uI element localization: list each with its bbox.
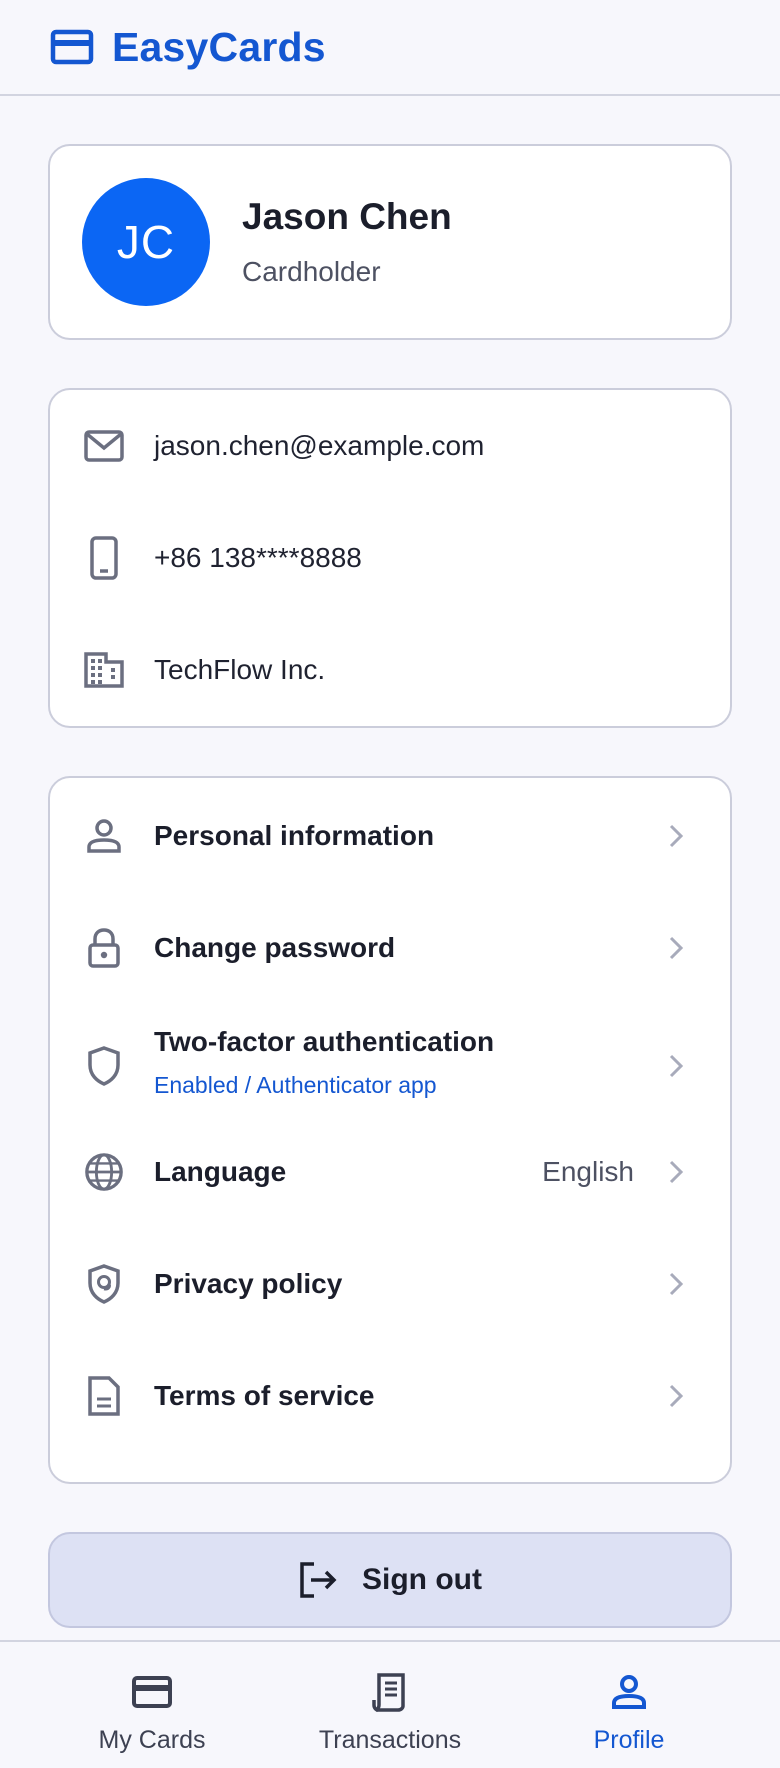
nav-label: Transactions xyxy=(318,1726,462,1754)
building-icon xyxy=(84,650,124,690)
contact-phone: +86 138****8888 xyxy=(154,542,362,573)
app-root: EasyCards JC Jason Chen Cardholder jason… xyxy=(0,0,780,1768)
settings-menu: Personal information Change password Two… xyxy=(48,776,732,1484)
receipt-icon xyxy=(368,1670,412,1714)
profile-card: JC Jason Chen Cardholder xyxy=(48,144,732,340)
app-header: EasyCards xyxy=(0,0,780,96)
contact-email: jason.chen@example.com xyxy=(154,430,485,461)
mail-icon xyxy=(84,426,124,466)
menu-item-label: Privacy policy xyxy=(154,1268,343,1299)
chevron-right-icon xyxy=(666,822,686,850)
avatar-initials: JC xyxy=(116,216,176,268)
person-icon xyxy=(84,816,124,856)
menu-item-label: Change password xyxy=(154,932,396,963)
logout-icon xyxy=(298,1560,338,1600)
contact-phone-row: +86 138****8888 xyxy=(50,530,730,586)
chevron-right-icon xyxy=(666,1158,686,1186)
menu-item-label: Language xyxy=(154,1156,287,1187)
profile-info: Jason Chen Cardholder xyxy=(242,196,452,288)
menu-item-change-password[interactable]: Change password xyxy=(50,920,730,976)
menu-item-label: Terms of service xyxy=(154,1380,375,1411)
menu-item-two-factor-authentication[interactable]: Two-factor authentication Enabled / Auth… xyxy=(50,1018,730,1114)
bottom-nav: My Cards Transactions Profile xyxy=(0,1640,780,1768)
avatar[interactable]: JC xyxy=(82,178,210,306)
chevron-right-icon xyxy=(666,1382,686,1410)
contact-company-row: TechFlow Inc. xyxy=(50,642,730,698)
phone-icon xyxy=(84,536,124,580)
menu-item-privacy-policy[interactable]: Privacy policy xyxy=(50,1256,730,1312)
contact-email-row: jason.chen@example.com xyxy=(50,418,730,474)
privacy-shield-icon xyxy=(84,1264,124,1304)
chevron-right-icon xyxy=(666,934,686,962)
nav-item-profile[interactable]: Profile xyxy=(499,1642,759,1768)
contact-card: jason.chen@example.com +86 138****8888 T… xyxy=(48,388,732,728)
sign-out-button[interactable]: Sign out xyxy=(48,1532,732,1628)
app-brand[interactable]: EasyCards xyxy=(112,24,326,71)
menu-item-terms-of-service[interactable]: Terms of service xyxy=(50,1368,730,1424)
menu-item-language[interactable]: Language English xyxy=(50,1144,730,1200)
contact-company: TechFlow Inc. xyxy=(154,654,326,685)
nav-item-transactions[interactable]: Transactions xyxy=(260,1642,520,1768)
profile-role: Cardholder xyxy=(242,256,381,287)
menu-item-label: Two-factor authentication xyxy=(154,1026,495,1057)
nav-label: My Cards xyxy=(98,1726,206,1754)
person-icon xyxy=(607,1670,651,1714)
two-factor-status: Enabled / Authenticator app xyxy=(154,1072,437,1098)
profile-name: Jason Chen xyxy=(242,196,452,237)
document-icon xyxy=(84,1376,124,1416)
language-value: English xyxy=(542,1156,634,1187)
chevron-right-icon xyxy=(666,1270,686,1298)
globe-icon xyxy=(84,1152,124,1192)
menu-item-personal-information[interactable]: Personal information xyxy=(50,808,730,864)
lock-icon xyxy=(84,928,124,968)
nav-item-my-cards[interactable]: My Cards xyxy=(22,1642,282,1768)
menu-item-label: Personal information xyxy=(154,820,435,851)
chevron-right-icon xyxy=(666,1052,686,1080)
card-icon xyxy=(50,29,94,65)
sign-out-label: Sign out xyxy=(362,1563,482,1596)
nav-label: Profile xyxy=(593,1726,665,1754)
card-icon xyxy=(130,1670,174,1714)
shield-icon xyxy=(84,1046,124,1086)
